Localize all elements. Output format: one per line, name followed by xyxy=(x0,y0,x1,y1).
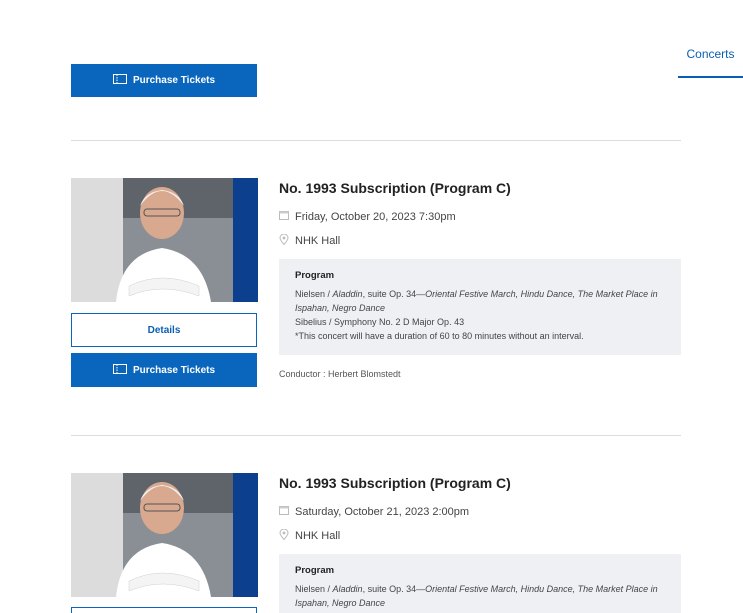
details-button[interactable]: Details xyxy=(71,313,257,347)
program-work-1: Nielsen / Aladdin, suite Op. 34—Oriental… xyxy=(295,584,658,608)
concert-venue-text: NHK Hall xyxy=(295,530,341,542)
concert-date-text: Friday, October 20, 2023 7:30pm xyxy=(295,210,456,223)
concert-title: No. 1993 Subscription (Program C) xyxy=(279,180,511,196)
concert-date: Friday, October 20, 2023 7:30pm xyxy=(279,210,456,223)
calendar-icon xyxy=(279,505,289,518)
purchase-tickets-label: Purchase Tickets xyxy=(132,75,216,86)
location-pin-icon xyxy=(279,528,289,543)
conductor-photo xyxy=(71,473,258,597)
details-button[interactable] xyxy=(71,607,257,613)
program-work-1: Nielsen / Aladdin, suite Op. 34—Oriental… xyxy=(295,289,658,313)
program-box: Program Nielsen / Aladdin, suite Op. 34—… xyxy=(279,259,681,355)
calendar-icon xyxy=(279,210,289,223)
purchase-tickets-button[interactable]: Purchase Tickets xyxy=(71,353,257,387)
ticket-icon xyxy=(112,74,127,87)
program-work-2: Sibelius / Symphony No. 2 D Major Op. 43 xyxy=(295,317,465,327)
concert-venue-text: NHK Hall xyxy=(295,235,341,247)
concert-date: Saturday, October 21, 2023 2:00pm xyxy=(279,505,469,518)
conductor-photo xyxy=(71,178,258,302)
conductor-text: Conductor : Herbert Blomstedt xyxy=(279,369,401,379)
concert-venue: NHK Hall xyxy=(279,233,341,248)
location-pin-icon xyxy=(279,233,289,248)
program-heading: Program xyxy=(295,565,335,576)
tab-concerts[interactable]: Concerts xyxy=(678,40,743,78)
ticket-icon xyxy=(112,363,127,377)
purchase-tickets-button[interactable]: Purchase Tickets xyxy=(71,64,257,97)
concert-venue: NHK Hall xyxy=(279,528,341,543)
program-box: Program Nielsen / Aladdin, suite Op. 34—… xyxy=(279,554,681,613)
concert-title: No. 1993 Subscription (Program C) xyxy=(279,475,511,491)
divider xyxy=(71,435,681,436)
purchase-tickets-label: Purchase Tickets xyxy=(132,364,216,376)
concert-date-text: Saturday, October 21, 2023 2:00pm xyxy=(295,505,470,518)
program-heading: Program xyxy=(295,270,335,281)
program-note: *This concert will have a duration of 60… xyxy=(295,331,584,341)
divider xyxy=(71,140,681,141)
